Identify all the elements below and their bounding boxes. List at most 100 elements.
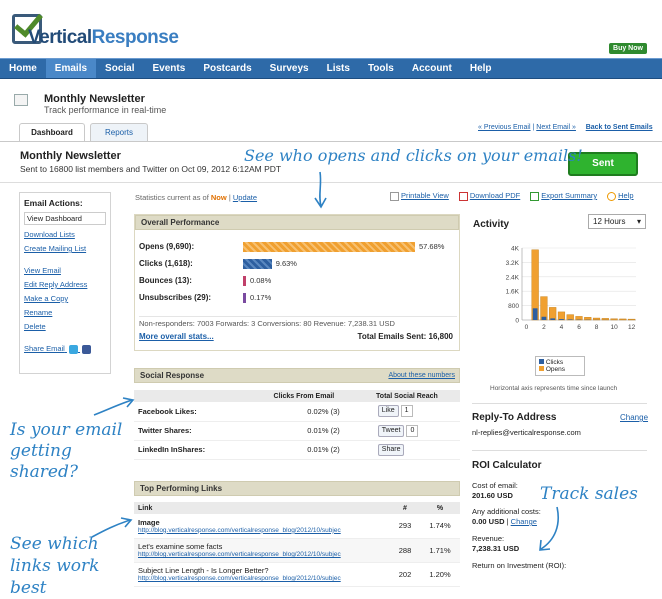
opens-pct: 57.68% xyxy=(419,242,444,251)
divider xyxy=(472,450,647,451)
now-label: Now xyxy=(211,193,227,202)
opens-bar xyxy=(619,319,626,320)
update-link[interactable]: Update xyxy=(233,193,257,202)
previous-email-link[interactable]: « Previous Email xyxy=(478,124,531,131)
link-url[interactable]: http://blog.verticalresponse.com/vertica… xyxy=(138,527,386,534)
x-tick-label: 4 xyxy=(560,324,564,331)
nav-surveys[interactable]: Surveys xyxy=(261,59,318,78)
facebook-icon[interactable] xyxy=(82,345,91,354)
revenue-label: Revenue: xyxy=(472,534,504,543)
reply-address: nl-replies@verticalresponse.com xyxy=(472,428,581,437)
annotation-links: See which links work best xyxy=(10,533,130,599)
next-email-link[interactable]: Next Email » xyxy=(536,124,576,131)
export-summary-link[interactable]: Export Summary xyxy=(530,191,597,201)
overall-performance-panel: Overall Performance Opens (9,690): Click… xyxy=(134,214,460,351)
tab-dashboard[interactable]: Dashboard xyxy=(19,123,85,141)
additional-costs-change-link[interactable]: Change xyxy=(511,517,537,526)
printable-view-link[interactable]: Printable View xyxy=(390,191,449,201)
clicks-pct: 9.63% xyxy=(276,259,297,268)
revenue-value: 7,238.31 USD xyxy=(472,544,519,553)
clicks-bar xyxy=(568,319,573,320)
top-links-heading: Top Performing Links xyxy=(134,481,460,496)
opens-bar xyxy=(549,307,556,320)
sidebar-item-download-lists[interactable]: Download Lists xyxy=(24,230,106,239)
reply-change-link[interactable]: Change xyxy=(620,413,648,422)
help-icon xyxy=(607,192,616,201)
about-numbers-link[interactable]: About these numbers xyxy=(388,369,455,383)
sidebar-item-delete[interactable]: Delete xyxy=(24,322,106,331)
opens-bar xyxy=(541,297,548,320)
table-row: Let's examine some factshttp://blog.vert… xyxy=(134,538,460,562)
nav-tools[interactable]: Tools xyxy=(359,59,403,78)
y-tick-label: 800 xyxy=(508,303,519,310)
additional-costs: 0.00 USD | Change xyxy=(472,517,537,526)
y-tick-label: 1.6K xyxy=(506,289,520,296)
opens-bar xyxy=(576,316,583,320)
more-overall-stats-link[interactable]: More overall stats... xyxy=(139,332,214,341)
back-to-sent-emails-link[interactable]: Back to Sent Emails xyxy=(586,124,653,131)
y-tick-label: 3.2K xyxy=(506,260,520,267)
nav-lists[interactable]: Lists xyxy=(318,59,359,78)
download-pdf-link[interactable]: Download PDF xyxy=(459,191,520,201)
twitter-icon[interactable] xyxy=(69,345,78,354)
nav-home[interactable]: Home xyxy=(0,59,46,78)
sidebar-item-make-copy[interactable]: Make a Copy xyxy=(24,294,106,303)
logo-text: VerticalResponse xyxy=(28,27,178,49)
social-response-panel: Social ResponseAbout these numbers Click… xyxy=(134,368,460,466)
unsubscribes-pct: 0.17% xyxy=(250,293,271,302)
facebook-like-button[interactable]: Like xyxy=(378,405,399,417)
clicks-bar xyxy=(533,308,538,320)
help-link[interactable]: Help xyxy=(607,191,633,201)
sent-info: Sent to 16800 list members and Twitter o… xyxy=(20,164,281,174)
nav-postcards[interactable]: Postcards xyxy=(194,59,260,78)
bounces-label: Bounces (13): xyxy=(139,276,192,285)
axis-note: Horizontal axis represents time since la… xyxy=(490,385,617,392)
nav-emails[interactable]: Emails xyxy=(46,59,96,78)
col-clicks-from-email: Clicks From Email xyxy=(254,390,354,402)
nav-help[interactable]: Help xyxy=(461,59,501,78)
stats-status: Statistics current as of Now | Update xyxy=(135,193,257,202)
sidebar-item-create-mailing-list[interactable]: Create Mailing List xyxy=(24,244,106,253)
additional-costs-label: Any additional costs: xyxy=(472,507,541,516)
buy-now-button[interactable]: Buy Now xyxy=(609,43,647,54)
unsubscribes-bar xyxy=(243,293,246,303)
time-range-select[interactable]: 12 Hours▾ xyxy=(588,214,646,229)
overall-footer-stats: Non-responders: 7003 Forwards: 3 Convers… xyxy=(139,316,457,328)
tab-divider xyxy=(0,141,662,142)
x-tick-label: 12 xyxy=(628,324,636,331)
arrow-icon xyxy=(310,170,330,210)
bounces-bar xyxy=(243,276,246,286)
x-tick-label: 8 xyxy=(595,324,599,331)
clicks-bar xyxy=(550,318,555,320)
share-email-link[interactable]: Share Email xyxy=(24,344,65,353)
sidebar-item-edit-reply-address[interactable]: Edit Reply Address xyxy=(24,280,106,289)
like-count: 1 xyxy=(401,405,413,417)
activity-chart: 4K3.2K2.4K1.6K8000024681012 xyxy=(486,240,646,375)
nav-social[interactable]: Social xyxy=(96,59,143,78)
linkedin-share-button[interactable]: Share xyxy=(378,444,405,456)
clicks-bar xyxy=(542,317,547,320)
divider xyxy=(472,403,647,404)
opens-bar xyxy=(611,319,618,320)
sidebar-item-view-dashboard[interactable]: View Dashboard xyxy=(24,212,106,225)
top-links-panel: Top Performing Links Link#% Imagehttp://… xyxy=(134,481,460,593)
cost-value: 201.60 USD xyxy=(472,491,513,500)
printer-icon xyxy=(390,192,399,201)
sidebar-item-view-email[interactable]: View Email xyxy=(24,266,106,275)
links-table: Link#% Imagehttp://blog.verticalresponse… xyxy=(134,502,460,587)
main-nav: Home Emails Social Events Postcards Surv… xyxy=(0,58,662,79)
tab-reports[interactable]: Reports xyxy=(90,123,148,141)
vertical-response-logo[interactable]: VerticalResponse xyxy=(12,14,162,48)
sidebar-item-rename[interactable]: Rename xyxy=(24,308,106,317)
nav-events[interactable]: Events xyxy=(144,59,195,78)
legend-clicks: Clicks xyxy=(539,359,581,366)
social-response-heading: Social ResponseAbout these numbers xyxy=(134,368,460,383)
y-tick-label: 2.4K xyxy=(506,274,520,281)
link-url[interactable]: http://blog.verticalresponse.com/vertica… xyxy=(138,575,386,582)
divider xyxy=(0,182,662,183)
link-url[interactable]: http://blog.verticalresponse.com/vertica… xyxy=(138,551,386,558)
roi-heading: ROI Calculator xyxy=(472,460,541,471)
nav-account[interactable]: Account xyxy=(403,59,461,78)
report-actions: Printable View Download PDF Export Summa… xyxy=(390,191,634,201)
tweet-button[interactable]: Tweet xyxy=(378,425,405,437)
